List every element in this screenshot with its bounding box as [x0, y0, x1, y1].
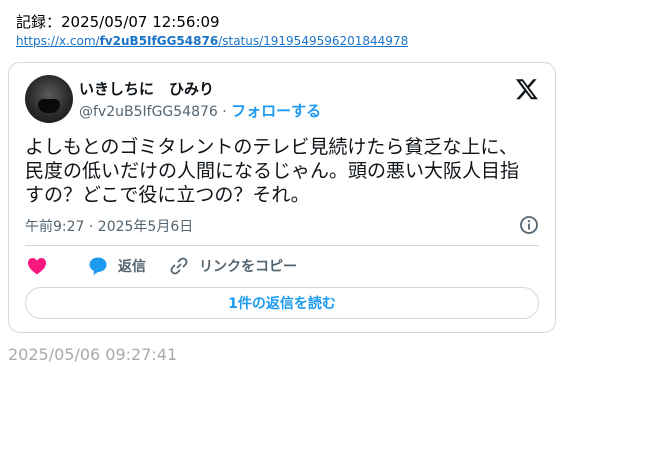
copy-link-label: リンクをコピー — [199, 259, 297, 275]
tweet-text: よしもとのゴミタレントのテレビ見続けたら貧乏な上に、民度の低いだけの人間になるじ… — [25, 136, 520, 206]
avatar[interactable] — [25, 75, 73, 123]
info-icon[interactable] — [519, 215, 539, 235]
tweet-card: いきしちに ひみり @fv2uB5IfGG54876 · フォローする よしもと… — [8, 62, 556, 333]
follow-button[interactable]: フォローする — [231, 102, 321, 120]
x-logo-icon[interactable] — [515, 77, 539, 101]
action-bar: 返信 リンクをコピー — [25, 255, 525, 277]
speech-bubble-icon — [89, 257, 107, 275]
heart-icon — [28, 258, 46, 275]
reply-button[interactable]: 返信 — [88, 255, 146, 277]
user-handle[interactable]: @fv2uB5IfGG54876 — [79, 104, 218, 120]
handle-row: @fv2uB5IfGG54876 · フォローする — [79, 100, 321, 121]
read-replies-button[interactable]: 1件の返信を読む — [25, 287, 539, 319]
handle-separator: · — [217, 104, 232, 120]
copy-link-button[interactable]: リンクをコピー — [169, 255, 297, 277]
like-button[interactable] — [27, 255, 57, 277]
source-url-link[interactable]: https://x.com/fv2uB5IfGG54876/status/191… — [16, 34, 408, 48]
divider — [25, 245, 539, 246]
source-url-handle: fv2uB5IfGG54876 — [99, 34, 219, 48]
record-timestamp: 記録：2025/05/07 12:56:09 — [16, 13, 220, 31]
source-url-suffix: /status/1919549596201844978 — [218, 34, 409, 48]
tweet-timestamp[interactable]: 午前9:27 · 2025年5月6日 — [25, 216, 193, 236]
source-url-prefix: https://x.com/ — [16, 34, 100, 48]
footer-timestamp: 2025/05/06 09:27:41 — [8, 345, 178, 364]
display-name[interactable]: いきしちに ひみり — [79, 78, 214, 99]
reply-label: 返信 — [118, 259, 146, 275]
link-icon — [170, 257, 188, 275]
